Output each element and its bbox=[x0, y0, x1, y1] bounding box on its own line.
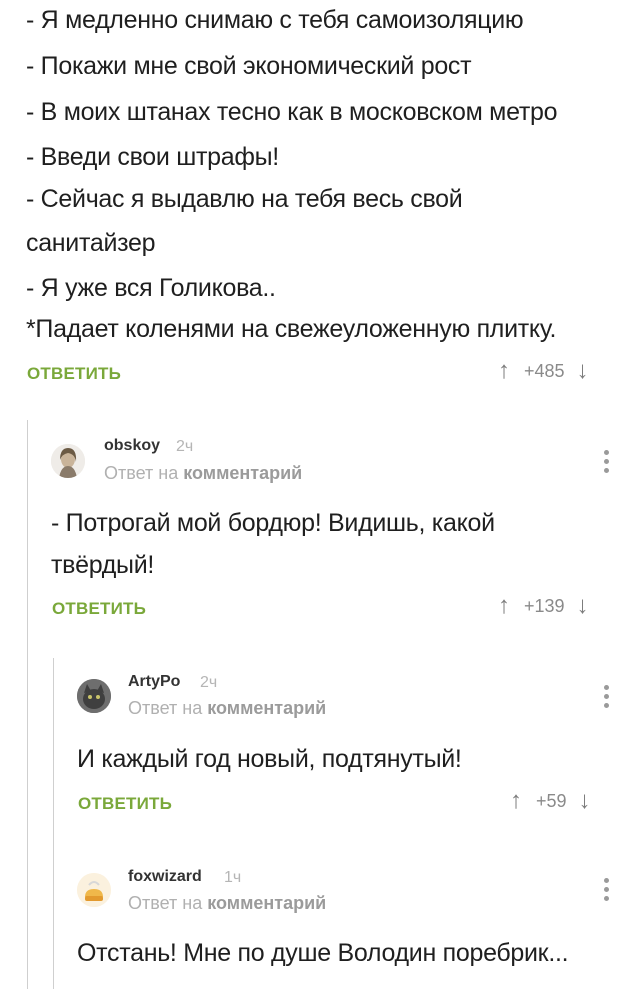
comment-time: 1ч bbox=[224, 869, 242, 886]
rating-count: +485 bbox=[524, 360, 565, 381]
reply-to-label: Ответ на комментарий bbox=[128, 698, 326, 719]
reply-to-link[interactable]: комментарий bbox=[207, 893, 326, 913]
reply-button[interactable]: ОТВЕТИТЬ bbox=[78, 794, 172, 814]
reply-to-prefix: Ответ на bbox=[104, 463, 179, 483]
thread-line bbox=[27, 420, 28, 989]
rating-count: +139 bbox=[524, 595, 565, 616]
reply-to-link[interactable]: комментарий bbox=[183, 463, 302, 483]
rating-count: +59 bbox=[536, 790, 567, 811]
comment-text-line: Отстань! Мне по душе Володин поребрик... bbox=[77, 939, 569, 967]
vote-bar: ↑ +485 ↓ bbox=[498, 357, 589, 385]
avatar[interactable] bbox=[77, 679, 111, 713]
comment-text-line: - В моих штанах тесно как в московском м… bbox=[26, 98, 558, 126]
comment-time: 2ч bbox=[200, 674, 218, 691]
reply-to-label: Ответ на комментарий bbox=[128, 893, 326, 914]
kebab-menu-icon[interactable] bbox=[604, 878, 610, 905]
arrow-down-icon[interactable]: ↓ bbox=[577, 357, 589, 385]
comment-text-line: - Сейчас я выдавлю на тебя весь свой bbox=[26, 185, 463, 213]
comment-text-line: твёрдый! bbox=[51, 551, 155, 579]
arrow-up-icon[interactable]: ↑ bbox=[510, 787, 522, 815]
avatar[interactable] bbox=[77, 873, 111, 907]
comment-text-line: - Потрогай мой бордюр! Видишь, какой bbox=[51, 509, 495, 537]
arrow-down-icon[interactable]: ↓ bbox=[577, 592, 589, 620]
vote-bar: ↑ +139 ↓ bbox=[498, 592, 589, 620]
reply-to-label: Ответ на комментарий bbox=[104, 463, 302, 484]
reply-button[interactable]: ОТВЕТИТЬ bbox=[27, 364, 121, 384]
kebab-menu-icon[interactable] bbox=[604, 450, 610, 477]
comment-text-line: И каждый год новый, подтянутый! bbox=[77, 745, 462, 773]
thread-line bbox=[53, 658, 54, 989]
reply-to-prefix: Ответ на bbox=[128, 893, 203, 913]
kebab-menu-icon[interactable] bbox=[604, 685, 610, 712]
comment-text-line: - Я уже вся Голикова.. bbox=[26, 274, 276, 302]
arrow-up-icon[interactable]: ↑ bbox=[498, 592, 510, 620]
comment-text-line: - Введи свои штрафы! bbox=[26, 143, 279, 171]
comment-text-line: - Я медленно снимаю с тебя самоизоляцию bbox=[26, 6, 524, 34]
arrow-down-icon[interactable]: ↓ bbox=[579, 787, 591, 815]
comment-time: 2ч bbox=[176, 438, 194, 455]
avatar[interactable] bbox=[51, 444, 85, 478]
reply-to-link[interactable]: комментарий bbox=[207, 698, 326, 718]
username[interactable]: foxwizard bbox=[128, 868, 202, 886]
username[interactable]: ArtyPo bbox=[128, 673, 180, 691]
username[interactable]: obskoy bbox=[104, 437, 160, 455]
vote-bar: ↑ +59 ↓ bbox=[510, 787, 591, 815]
comment-text-line: *Падает коленями на свежеуложенную плитк… bbox=[26, 315, 557, 343]
reply-button[interactable]: ОТВЕТИТЬ bbox=[52, 599, 146, 619]
reply-to-prefix: Ответ на bbox=[128, 698, 203, 718]
arrow-up-icon[interactable]: ↑ bbox=[498, 357, 510, 385]
comment-text-line: санитайзер bbox=[26, 229, 156, 257]
comment-text-line: - Покажи мне свой экономический рост bbox=[26, 52, 472, 80]
